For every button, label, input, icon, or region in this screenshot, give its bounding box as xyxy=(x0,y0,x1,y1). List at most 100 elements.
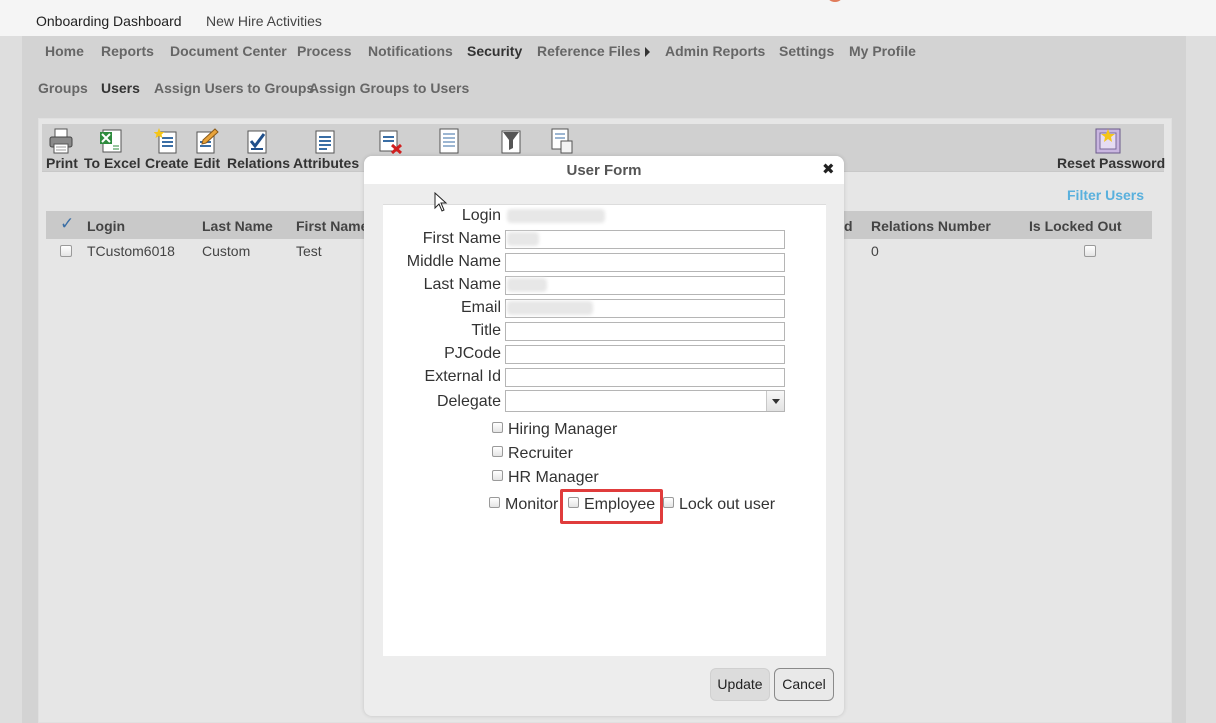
reset-password-icon xyxy=(1095,128,1121,154)
dialog-title: User Form xyxy=(364,156,844,184)
document-view-button[interactable] xyxy=(549,128,575,155)
employee-highlight-box xyxy=(560,489,663,524)
cell-is-locked-out-checkbox xyxy=(1084,244,1096,260)
last-name-value-redacted xyxy=(507,278,547,292)
checkbox-box xyxy=(60,245,72,257)
login-value-redacted xyxy=(507,209,605,223)
edit-document-icon xyxy=(196,128,219,154)
list-button[interactable] xyxy=(437,128,461,155)
close-icon[interactable]: ✖ xyxy=(822,161,835,179)
title-field[interactable] xyxy=(505,322,785,341)
reset-password-label: Reset Password xyxy=(1057,155,1166,171)
column-header-login[interactable]: Login xyxy=(87,218,125,234)
excel-icon xyxy=(100,129,122,153)
checkbox-box xyxy=(1084,245,1096,257)
checkbox-box xyxy=(492,422,503,433)
subnav-assign-users-to-groups[interactable]: Assign Users to Groups xyxy=(154,80,314,96)
nav-process[interactable]: Process xyxy=(297,43,351,59)
delegate-select[interactable] xyxy=(505,390,785,412)
nav-security[interactable]: Security xyxy=(467,43,522,59)
cell-login: TCustom6018 xyxy=(87,243,175,259)
document-view-icon xyxy=(551,128,573,154)
column-header-relations-number[interactable]: Relations Number xyxy=(871,218,991,234)
delete-document-icon xyxy=(379,130,402,154)
printer-icon xyxy=(49,128,73,154)
middle-name-field[interactable] xyxy=(505,253,785,272)
hiring-manager-label: Hiring Manager xyxy=(508,421,618,438)
email-value-redacted xyxy=(507,301,593,315)
chevron-down-icon[interactable] xyxy=(766,391,784,411)
middle-name-label: Middle Name xyxy=(406,253,501,270)
filter-document-icon xyxy=(501,130,521,154)
monitor-label: Monitor xyxy=(505,496,559,513)
user-form: Login First Name Middle Name Last Name E… xyxy=(383,204,826,656)
reset-password-button[interactable]: Reset Password xyxy=(1057,128,1166,171)
print-label: Print xyxy=(46,155,78,171)
checkbox-box xyxy=(489,497,500,508)
edit-button[interactable]: Edit xyxy=(193,128,221,171)
nav-reports[interactable]: Reports xyxy=(101,43,154,59)
attributes-label: Attributes xyxy=(293,155,360,171)
attributes-button[interactable]: Attributes xyxy=(293,128,360,171)
column-header-last-name[interactable]: Last Name xyxy=(202,218,273,234)
logo-fragment xyxy=(826,0,844,2)
create-button[interactable]: Create xyxy=(145,128,189,171)
relations-icon xyxy=(247,130,267,154)
cancel-button[interactable]: Cancel xyxy=(774,668,834,701)
tab-onboarding-dashboard[interactable]: Onboarding Dashboard xyxy=(36,13,182,29)
email-label: Email xyxy=(460,299,501,316)
external-id-label: External Id xyxy=(424,368,501,385)
cell-relations-number: 0 xyxy=(871,243,879,259)
pjcode-label: PJCode xyxy=(444,345,501,362)
checkbox-box xyxy=(492,446,503,457)
cell-first-name: Test xyxy=(296,243,322,259)
attributes-icon xyxy=(315,130,335,154)
first-name-field[interactable] xyxy=(505,230,785,249)
relations-button[interactable]: Relations xyxy=(227,128,291,171)
first-name-value-redacted xyxy=(507,232,539,246)
subnav-groups[interactable]: Groups xyxy=(38,80,88,96)
title-label: Title xyxy=(471,322,501,339)
to-excel-label: To Excel xyxy=(84,155,141,171)
hr-manager-label: HR Manager xyxy=(508,469,599,486)
top-bar: Onboarding Dashboard New Hire Activities xyxy=(0,0,1216,36)
column-header-first-name[interactable]: First Name xyxy=(296,218,368,234)
cell-last-name: Custom xyxy=(202,243,251,259)
nav-reference-files[interactable]: Reference Files xyxy=(537,43,650,59)
select-all-checkmark-icon[interactable]: ✓ xyxy=(60,214,74,234)
create-label: Create xyxy=(145,155,189,171)
subnav-users[interactable]: Users xyxy=(101,80,140,96)
lock-out-user-label: Lock out user xyxy=(679,496,776,513)
delegate-label: Delegate xyxy=(436,393,501,410)
edit-label: Edit xyxy=(193,155,221,171)
nav-reference-files-label: Reference Files xyxy=(537,43,641,59)
submenu-arrow-icon xyxy=(644,47,650,58)
column-header-id[interactable]: d xyxy=(844,218,853,234)
print-button[interactable]: Print xyxy=(46,128,78,171)
checkbox-box xyxy=(492,470,503,481)
nav-my-profile[interactable]: My Profile xyxy=(849,43,916,59)
first-name-label: First Name xyxy=(422,230,501,247)
nav-admin-reports[interactable]: Admin Reports xyxy=(665,43,765,59)
relations-label: Relations xyxy=(227,155,291,171)
filter-users-link[interactable]: Filter Users xyxy=(1067,187,1144,203)
row-select-checkbox[interactable] xyxy=(60,244,72,260)
list-icon xyxy=(439,128,459,154)
nav-document-center[interactable]: Document Center xyxy=(170,43,287,59)
update-button[interactable]: Update xyxy=(710,668,770,701)
external-id-field[interactable] xyxy=(505,368,785,387)
last-name-field[interactable] xyxy=(505,276,785,295)
filter-document-button[interactable] xyxy=(498,128,524,155)
user-form-dialog: User Form ✖ Login First Name Middle Name… xyxy=(364,156,844,716)
to-excel-button[interactable]: To Excel xyxy=(84,128,141,171)
nav-settings[interactable]: Settings xyxy=(779,43,834,59)
column-header-is-locked-out[interactable]: Is Locked Out xyxy=(1029,218,1122,234)
subnav-assign-groups-to-users[interactable]: Assign Groups to Users xyxy=(309,80,469,96)
nav-home[interactable]: Home xyxy=(45,43,84,59)
create-document-icon xyxy=(154,128,177,154)
last-name-label: Last Name xyxy=(423,276,501,293)
mouse-pointer-icon xyxy=(434,192,448,212)
nav-notifications[interactable]: Notifications xyxy=(368,43,453,59)
pjcode-field[interactable] xyxy=(505,345,785,364)
tab-new-hire-activities[interactable]: New Hire Activities xyxy=(206,13,322,29)
